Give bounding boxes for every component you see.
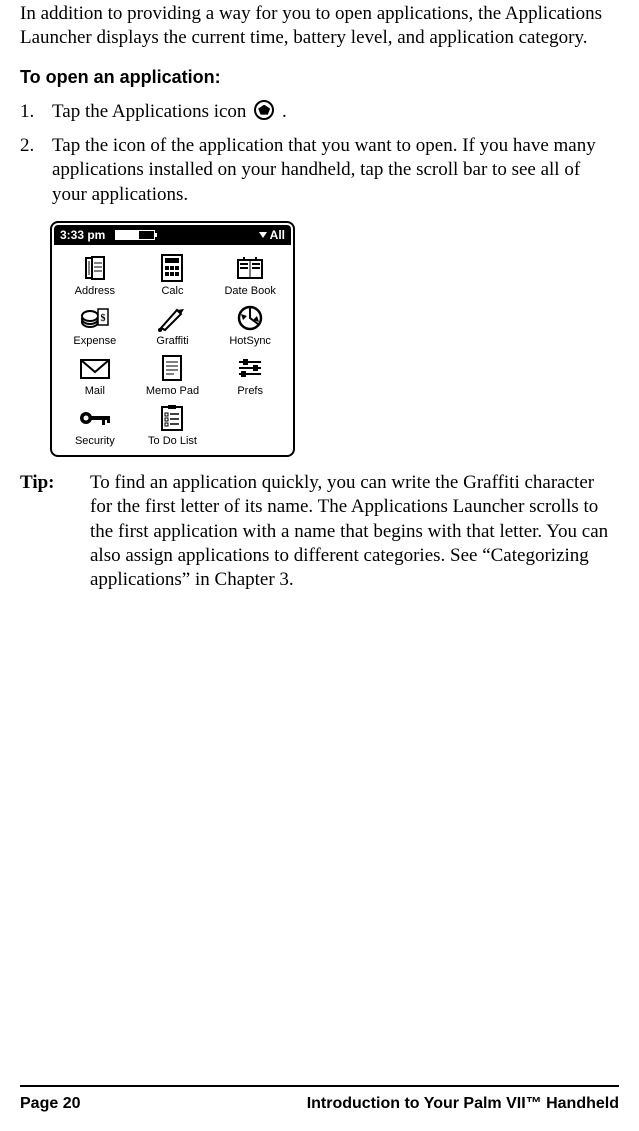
svg-text:$: $ (100, 313, 105, 324)
todolist-icon (154, 403, 190, 433)
app-label: Calc (161, 285, 183, 297)
hotsync-icon (232, 303, 268, 333)
mail-icon (77, 353, 113, 383)
app-label: Memo Pad (146, 385, 199, 397)
intro-paragraph: In addition to providing a way for you t… (20, 0, 619, 51)
app-label: Date Book (224, 285, 275, 297)
app-security: Security (56, 401, 134, 449)
step-1-text-a: Tap the Applications icon (52, 101, 251, 122)
tip-label: Tip: (20, 471, 72, 593)
app-label: Expense (73, 335, 116, 347)
address-icon (77, 253, 113, 283)
page-number: Page 20 (20, 1095, 80, 1113)
app-expense: $ Expense (56, 301, 134, 349)
app-hotsync: HotSync (211, 301, 289, 349)
app-calc: Calc (134, 251, 212, 299)
chevron-down-icon (259, 232, 267, 238)
tip-block: Tip: To find an application quickly, you… (20, 471, 619, 593)
security-icon (77, 403, 113, 433)
step-2: Tap the icon of the application that you… (20, 134, 619, 207)
palm-screenshot: 3:33 pm All (50, 221, 295, 457)
app-label: Security (75, 435, 115, 447)
app-datebook: Date Book (211, 251, 289, 299)
steps-list: Tap the Applications icon . Tap the icon… (20, 100, 619, 207)
app-todolist: To Do List (134, 401, 212, 449)
applications-icon (254, 100, 274, 120)
app-label: Address (75, 285, 115, 297)
graffiti-icon (154, 303, 190, 333)
palm-category-label: All (270, 228, 285, 242)
app-label: To Do List (148, 435, 197, 447)
prefs-icon (232, 353, 268, 383)
step-1: Tap the Applications icon . (20, 100, 619, 124)
step-1-text-b: . (277, 101, 287, 122)
app-prefs: Prefs (211, 351, 289, 399)
app-label: Prefs (237, 385, 263, 397)
chapter-title: Introduction to Your Palm VII™ Handheld (307, 1095, 619, 1113)
memopad-icon (154, 353, 190, 383)
app-label: HotSync (229, 335, 271, 347)
palm-battery-icon (115, 230, 155, 240)
datebook-icon (232, 253, 268, 283)
app-memopad: Memo Pad (134, 351, 212, 399)
palm-category-dropdown: All (259, 228, 285, 242)
palm-app-grid: Address (54, 245, 291, 453)
app-address: Address (56, 251, 134, 299)
app-graffiti: Graffiti (134, 301, 212, 349)
app-label: Mail (85, 385, 105, 397)
app-label: Graffiti (156, 335, 188, 347)
tip-body: To find an application quickly, you can … (90, 471, 615, 593)
palm-time: 3:33 pm (60, 228, 105, 242)
app-mail: Mail (56, 351, 134, 399)
palm-status-bar: 3:33 pm All (54, 225, 291, 245)
page-footer: Page 20 Introduction to Your Palm VII™ H… (20, 1085, 619, 1113)
calc-icon (154, 253, 190, 283)
expense-icon: $ (77, 303, 113, 333)
open-application-heading: To open an application: (20, 67, 619, 88)
